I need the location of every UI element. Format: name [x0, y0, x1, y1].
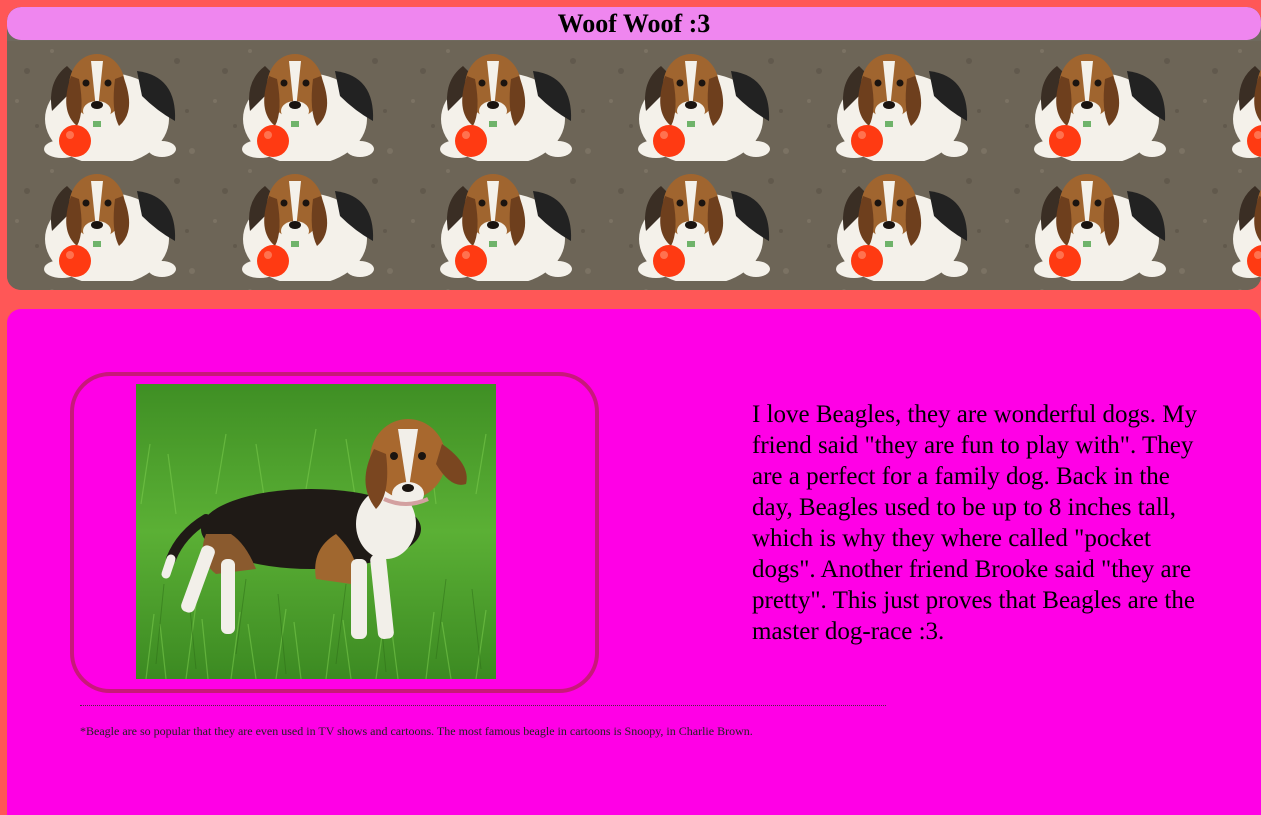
beagle-tile	[997, 281, 1195, 290]
photo-frame	[70, 372, 599, 693]
beagle-tile	[205, 281, 403, 290]
divider	[80, 705, 886, 706]
beagle-tile	[403, 41, 601, 161]
beagle-tile	[997, 41, 1195, 161]
beagle-tile	[1195, 161, 1261, 281]
beagle-tile	[7, 41, 205, 161]
beagle-description: I love Beagles, they are wonderful dogs.…	[752, 401, 1198, 645]
beagle-tile	[997, 161, 1195, 281]
beagle-tile	[601, 41, 799, 161]
beagle-tile	[799, 41, 997, 161]
beagle-tile	[799, 281, 997, 290]
beagle-tile	[601, 281, 799, 290]
page-title: Woof Woof :3	[557, 9, 711, 38]
footnote: *Beagle are so popular that they are eve…	[80, 724, 753, 738]
header-banner: Woof Woof :3	[7, 7, 1261, 290]
beagle-tile	[7, 281, 205, 290]
beagle-tile	[403, 281, 601, 290]
beagle-tile	[403, 161, 601, 281]
beagle-tile	[799, 161, 997, 281]
beagle-photo	[136, 384, 496, 679]
beagle-tile	[1195, 41, 1261, 161]
title-bar: Woof Woof :3	[7, 7, 1261, 40]
beagle-tile	[205, 41, 403, 161]
beagle-tile	[1195, 281, 1261, 290]
beagle-tile	[7, 161, 205, 281]
beagle-tile	[601, 161, 799, 281]
main-content: I love Beagles, they are wonderful dogs.…	[7, 309, 1261, 815]
beagle-tile-background	[7, 41, 1261, 290]
beagle-tile	[205, 161, 403, 281]
